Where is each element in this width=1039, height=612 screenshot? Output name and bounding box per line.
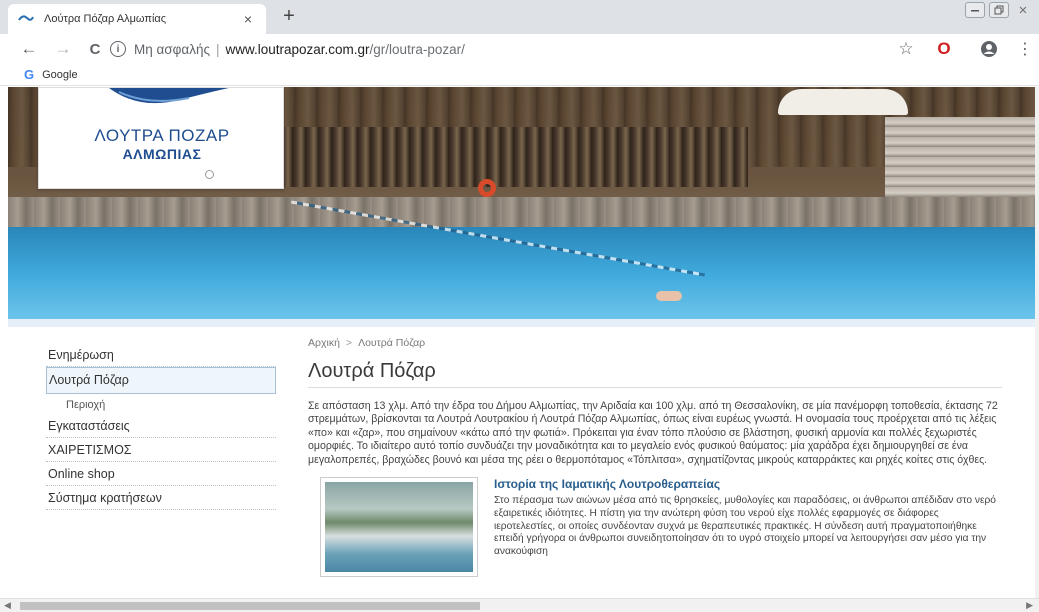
- url-host: www.loutrapozar.com.gr: [225, 41, 370, 57]
- profile-icon[interactable]: [978, 38, 1000, 60]
- sidebar-item-facilities[interactable]: Εγκαταστάσεις: [46, 414, 276, 438]
- breadcrumb-current: Λουτρά Πόζαρ: [358, 337, 426, 349]
- star-icon[interactable]: ☆: [896, 38, 916, 60]
- breadcrumb: Αρχική > Λουτρά Πόζαρ: [308, 337, 1002, 351]
- logo-line-1: ΛΟΥΤΡΑ ΠΟΖΑΡ: [94, 126, 230, 145]
- info-icon[interactable]: i: [110, 41, 126, 57]
- address-separator: |: [215, 41, 220, 57]
- sidebar-subitem-area[interactable]: Περιοχή: [46, 394, 276, 414]
- back-icon[interactable]: ←: [18, 38, 40, 60]
- close-window-icon[interactable]: [1013, 2, 1033, 18]
- main-content: Αρχική > Λουτρά Πόζαρ Λουτρά Πόζαρ Σε απόσ…: [308, 337, 1002, 595]
- vertical-scrollbar[interactable]: [1035, 87, 1039, 598]
- url-path: /gr/loutra-pozar/: [369, 41, 465, 57]
- intro-paragraph: Σε απόσταση 13 χλμ. Από την έδρα του Δήμ…: [308, 400, 998, 466]
- logo-line-2: ΑΛΜΩΠΙΑΣ: [122, 146, 202, 162]
- bookmark-google[interactable]: Google: [42, 69, 77, 81]
- logo-wave-icon: [109, 88, 229, 104]
- security-label: Μη ασφαλής: [134, 41, 210, 57]
- sidebar-item-loutra-pozar[interactable]: Λουτρά Πόζαρ: [46, 367, 276, 394]
- favicon-icon: [18, 12, 34, 26]
- tab-close-icon[interactable]: ×: [240, 11, 256, 27]
- window-controls: [965, 2, 1033, 18]
- reload-icon[interactable]: C: [84, 38, 106, 60]
- minimize-icon[interactable]: [965, 2, 985, 18]
- article-title-link[interactable]: Ιστορία της Ιαματικής Λουτροθεραπείας: [494, 477, 720, 491]
- article-thumbnail[interactable]: [320, 477, 478, 578]
- sidebar-item-greeting[interactable]: ΧΑΙΡΕΤΙΣΜΟΣ: [46, 438, 276, 462]
- scrollbar-thumb[interactable]: [20, 602, 480, 610]
- tab-bar: Λούτρα Πόζαρ Αλμωπίας × +: [0, 0, 1039, 34]
- browser-tab[interactable]: Λούτρα Πόζαρ Αλμωπίας ×: [8, 4, 266, 34]
- site-logo[interactable]: ΛΟΥΤΡΑ ΠΟΖΑΡ ΑΛΜΩΠΙΑΣ: [38, 87, 284, 189]
- sidebar-item-news[interactable]: Ενημέρωση: [46, 343, 276, 367]
- menu-icon[interactable]: ⋮: [1017, 38, 1033, 60]
- browser-toolbar: ← → C i Μη ασφαλής | www.loutrapozar.com…: [0, 34, 1039, 64]
- new-tab-button[interactable]: +: [278, 6, 300, 28]
- sidebar-nav: Ενημέρωση Λουτρά Πόζαρ Περιοχή Εγκαταστά…: [46, 343, 276, 510]
- forward-icon[interactable]: →: [52, 38, 74, 60]
- maximize-icon[interactable]: [989, 2, 1009, 18]
- slider-dot-icon[interactable]: [205, 170, 214, 179]
- article-teaser: Ιστορία της Ιαματικής Λουτροθεραπείας Στ…: [308, 475, 1002, 595]
- horizontal-scrollbar[interactable]: ◀ ▶: [0, 598, 1039, 612]
- scroll-left-icon[interactable]: ◀: [4, 600, 11, 611]
- scroll-right-icon[interactable]: ▶: [1026, 600, 1033, 611]
- breadcrumb-separator: >: [345, 337, 353, 349]
- bookmarks-bar: G Google: [0, 64, 1039, 86]
- sidebar-item-booking[interactable]: Σύστημα κρατήσεων: [46, 486, 276, 510]
- article-text: Στο πέρασμα των αιώνων μέσα από τις θρησ…: [494, 495, 996, 558]
- breadcrumb-home[interactable]: Αρχική: [308, 337, 340, 349]
- opera-icon[interactable]: O: [934, 38, 954, 60]
- page-viewport: ΛΟΥΤΡΑ ΠΟΖΑΡ ΑΛΜΩΠΙΑΣ Ενημέρωση Λουτρά Π…: [0, 87, 1039, 598]
- hero-bottom-strip: [8, 319, 1035, 327]
- page-title: Λουτρά Πόζαρ: [308, 360, 1002, 388]
- sidebar-item-online-shop[interactable]: Online shop: [46, 462, 276, 486]
- address-bar[interactable]: i Μη ασφαλής | www.loutrapozar.com.gr /g…: [110, 38, 930, 60]
- tab-title: Λούτρα Πόζαρ Αλμωπίας: [44, 13, 167, 25]
- google-icon: G: [24, 67, 35, 82]
